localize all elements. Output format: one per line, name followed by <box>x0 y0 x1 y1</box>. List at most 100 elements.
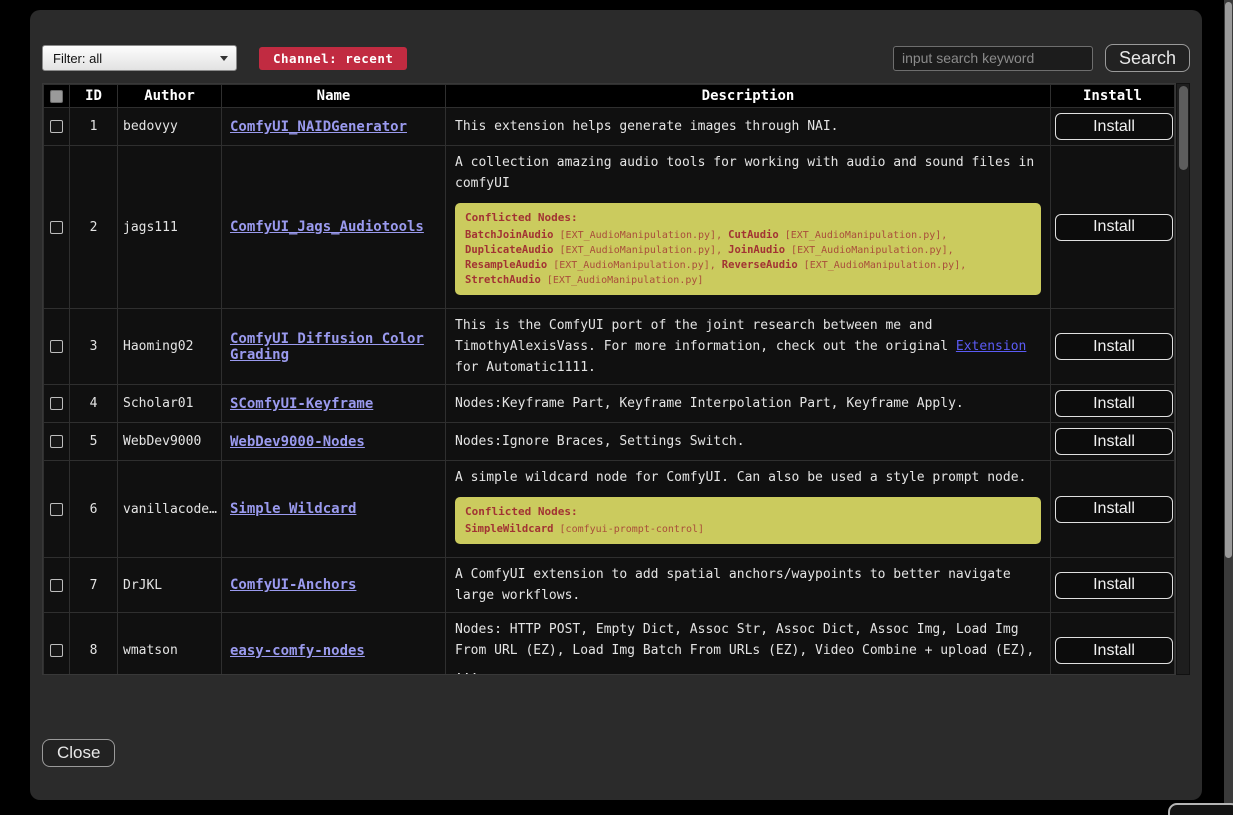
page-scrollbar-thumb[interactable] <box>1225 2 1232 558</box>
table-header-row: ID Author Name Description Install <box>44 85 1175 108</box>
row-description-cell: Nodes: HTTP POST, Empty Dict, Assoc Str,… <box>446 613 1051 676</box>
install-button[interactable]: Install <box>1055 572 1173 599</box>
row-install-cell: Install <box>1051 558 1175 613</box>
install-button[interactable]: Install <box>1055 214 1173 241</box>
header-checkbox-cell <box>44 85 70 108</box>
table-row: 4Scholar01SComfyUI-KeyframeNodes:Keyfram… <box>44 385 1175 423</box>
extension-name-link[interactable]: easy-comfy-nodes <box>230 643 365 659</box>
conflicted-nodes-title: Conflicted Nodes: <box>465 504 1031 519</box>
extension-name-link[interactable]: Simple Wildcard <box>230 501 356 517</box>
row-description-cell: This extension helps generate images thr… <box>446 108 1051 146</box>
description-text: A simple wildcard node for ComfyUI. Can … <box>455 470 1026 485</box>
row-description-cell: Nodes:Keyframe Part, Keyframe Interpolat… <box>446 385 1051 423</box>
table-row: 2jags111ComfyUI_Jags_AudiotoolsA collect… <box>44 146 1175 309</box>
extension-name-link[interactable]: ComfyUI_Jags_Audiotools <box>230 219 424 235</box>
close-button[interactable]: Close <box>42 739 115 767</box>
extension-name-link[interactable]: WebDev9000-Nodes <box>230 434 365 450</box>
install-custom-nodes-dialog: Filter: all Channel: recent Search <box>30 10 1202 800</box>
row-id: 3 <box>70 309 118 385</box>
install-button[interactable]: Install <box>1055 113 1173 140</box>
conflict-node-source: [EXT_AudioManipulation.py], <box>554 230 729 241</box>
search-input[interactable] <box>893 46 1093 71</box>
row-install-cell: Install <box>1051 613 1175 676</box>
table-row: 6vanillacode…Simple WildcardA simple wil… <box>44 461 1175 558</box>
row-install-cell: Install <box>1051 146 1175 309</box>
row-author: Scholar01 <box>118 385 222 423</box>
conflict-node-source: [EXT_AudioManipulation.py], <box>554 245 729 256</box>
conflict-node-name: ReverseAudio <box>722 259 798 271</box>
row-description: This extension helps generate images thr… <box>455 116 1041 137</box>
table-scrollbar-thumb[interactable] <box>1179 86 1188 170</box>
conflicted-nodes-list: SimpleWildcard [comfyui-prompt-control] <box>465 522 1031 537</box>
row-checkbox[interactable] <box>50 503 63 516</box>
row-checkbox[interactable] <box>50 435 63 448</box>
header-id: ID <box>70 85 118 108</box>
row-author: vanillacode… <box>118 461 222 558</box>
row-install-cell: Install <box>1051 385 1175 423</box>
description-text: A collection amazing audio tools for wor… <box>455 155 1034 191</box>
conflicted-nodes-list: BatchJoinAudio [EXT_AudioManipulation.py… <box>465 228 1031 288</box>
row-install-cell: Install <box>1051 461 1175 558</box>
conflict-node-name: JoinAudio <box>728 244 785 256</box>
select-all-checkbox[interactable] <box>50 90 63 103</box>
row-description: Nodes:Ignore Braces, Settings Switch. <box>455 431 1041 452</box>
extension-table: ID Author Name Description Install 1bedo… <box>42 83 1176 675</box>
row-author: WebDev9000 <box>118 423 222 461</box>
header-install: Install <box>1051 85 1175 108</box>
conflicted-nodes-box: Conflicted Nodes: SimpleWildcard [comfyui… <box>455 497 1041 544</box>
page-scrollbar[interactable] <box>1224 0 1233 815</box>
row-name-cell: easy-comfy-nodes <box>222 613 446 676</box>
chevron-down-icon <box>220 56 228 61</box>
row-name-cell: ComfyUI-Anchors <box>222 558 446 613</box>
row-author: jags111 <box>118 146 222 309</box>
conflicted-nodes-box: Conflicted Nodes:BatchJoinAudio [EXT_Aud… <box>455 203 1041 295</box>
row-description: Nodes:Keyframe Part, Keyframe Interpolat… <box>455 393 1041 414</box>
row-checkbox-cell <box>44 613 70 676</box>
conflict-node-name: ResampleAudio <box>465 259 547 271</box>
conflict-node-source: [comfyui-prompt-control] <box>554 524 705 535</box>
row-checkbox-cell <box>44 423 70 461</box>
row-description: A ComfyUI extension to add spatial ancho… <box>455 564 1041 606</box>
row-checkbox[interactable] <box>50 120 63 133</box>
row-checkbox-cell <box>44 558 70 613</box>
row-author: bedovyy <box>118 108 222 146</box>
install-button[interactable]: Install <box>1055 333 1173 360</box>
row-name-cell: SComfyUI-Keyframe <box>222 385 446 423</box>
extension-table-zone: ID Author Name Description Install 1bedo… <box>42 83 1190 675</box>
row-description: A simple wildcard node for ComfyUI. Can … <box>455 467 1041 488</box>
extension-table-body: 1bedovyy ComfyUI_NAIDGenerator This extens… <box>44 108 1175 676</box>
table-row: 8wmatsoneasy-comfy-nodesNodes: HTTP POST… <box>44 613 1175 676</box>
row-checkbox[interactable] <box>50 579 63 592</box>
row-checkbox[interactable] <box>50 340 63 353</box>
row-description-cell: A simple wildcard node for ComfyUI. Can … <box>446 461 1051 558</box>
header-name: Name <box>222 85 446 108</box>
description-link[interactable]: Extension <box>956 339 1026 354</box>
table-scrollbar[interactable] <box>1176 83 1190 675</box>
extension-name-link[interactable]: ComfyUI Diffusion Color Grading <box>230 331 424 363</box>
extension-name-link[interactable]: ComfyUI-Anchors <box>230 577 356 593</box>
row-checkbox-cell <box>44 309 70 385</box>
row-checkbox[interactable] <box>50 644 63 657</box>
conflict-node-source: [EXT_AudioManipulation.py], <box>798 260 967 271</box>
row-name-cell: ComfyUI_Jags_Audiotools <box>222 146 446 309</box>
row-checkbox[interactable] <box>50 397 63 410</box>
conflict-node-name: BatchJoinAudio <box>465 229 554 241</box>
filter-select[interactable]: Filter: all <box>42 45 237 71</box>
install-button[interactable]: Install <box>1055 496 1173 523</box>
row-name-cell: Simple Wildcard <box>222 461 446 558</box>
install-button[interactable]: Install <box>1055 428 1173 455</box>
row-description: A collection amazing audio tools for wor… <box>455 152 1041 194</box>
install-button[interactable]: Install <box>1055 390 1173 417</box>
install-button[interactable]: Install <box>1055 637 1173 664</box>
row-name-cell: WebDev9000-Nodes <box>222 423 446 461</box>
extension-name-link[interactable]: ComfyUI_NAIDGenerator <box>230 119 407 135</box>
row-id: 1 <box>70 108 118 146</box>
description-text: Nodes:Keyframe Part, Keyframe Interpolat… <box>455 396 964 411</box>
row-checkbox-cell <box>44 461 70 558</box>
extension-name-link[interactable]: SComfyUI-Keyframe <box>230 396 373 412</box>
search-button[interactable]: Search <box>1105 44 1190 72</box>
row-checkbox[interactable] <box>50 221 63 234</box>
header-description: Description <box>446 85 1051 108</box>
conflict-node-source: [EXT_AudioManipulation.py], <box>785 245 954 256</box>
conflict-node-name: CutAudio <box>728 229 779 241</box>
